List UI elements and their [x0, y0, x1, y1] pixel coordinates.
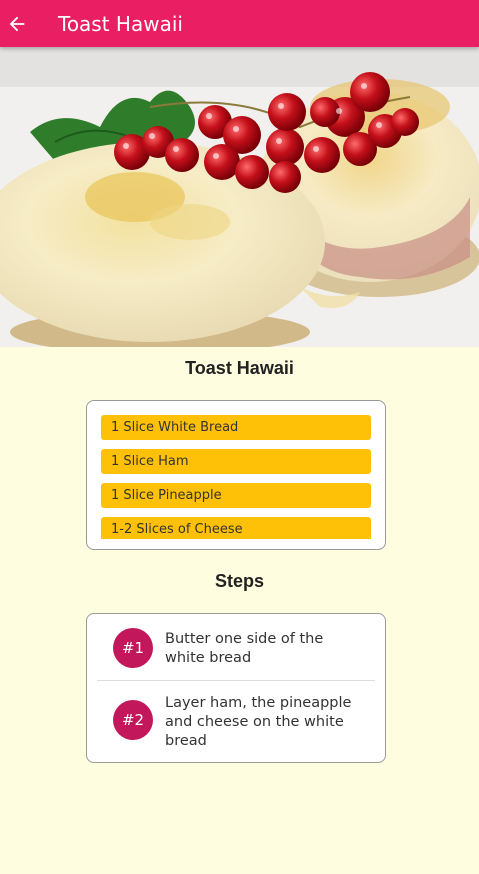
ingredient-item: 1-2 Slices of Cheese	[101, 517, 371, 539]
ingredient-item: 1 Slice Pineapple	[101, 483, 371, 508]
ingredients-list[interactable]: 1 Slice White Bread 1 Slice Ham 1 Slice …	[101, 415, 371, 539]
step-number-badge: #2	[113, 700, 153, 740]
ingredient-item: 1 Slice White Bread	[101, 415, 371, 440]
app-bar-title: Toast Hawaii	[58, 11, 183, 36]
arrow-left-icon	[9, 16, 25, 31]
step-divider	[97, 680, 375, 681]
recipe-title: Toast Hawaii	[185, 358, 294, 378]
recipe-image	[0, 47, 479, 347]
steps-card: #1 Butter one side of the white bread #2…	[86, 613, 386, 763]
step-text: Layer ham, the pineapple and cheese on t…	[165, 695, 352, 749]
step-item: #2 Layer ham, the pineapple and cheese o…	[97, 692, 375, 751]
app-bar: Toast Hawaii	[0, 0, 479, 47]
step-text: Butter one side of the white bread	[165, 631, 324, 666]
step-number-badge: #1	[113, 628, 153, 668]
ingredient-item: 1 Slice Ham	[101, 449, 371, 474]
step-item: #1 Butter one side of the white bread	[97, 628, 375, 668]
back-button[interactable]	[2, 9, 32, 39]
steps-title: Steps	[214, 571, 265, 591]
ingredients-card: 1 Slice White Bread 1 Slice Ham 1 Slice …	[86, 400, 386, 550]
